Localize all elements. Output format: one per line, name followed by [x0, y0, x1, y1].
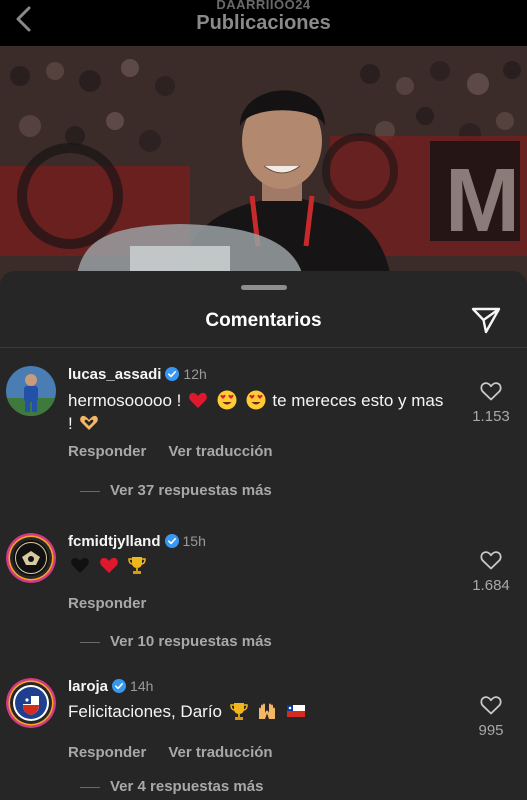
comment-username[interactable]: lucas_assadi 12h: [68, 366, 207, 383]
chile-flag-emoji-icon: [287, 705, 306, 717]
view-replies-button[interactable]: Ver 37 respuestas más: [80, 482, 272, 499]
verified-badge-icon: [112, 679, 127, 693]
drag-handle[interactable]: [241, 285, 287, 290]
like-count: 1.684: [472, 577, 510, 594]
like-count: 1.153: [472, 408, 510, 425]
heart-outline-icon[interactable]: [480, 695, 502, 715]
header-username: DAARRIIOO24: [216, 0, 311, 12]
like-button[interactable]: 995: [468, 695, 514, 739]
reply-button[interactable]: Responder: [68, 443, 146, 460]
avatar[interactable]: [6, 533, 56, 583]
comment-actions: Responder Ver traducción: [68, 443, 295, 460]
comment-actions: Responder: [68, 595, 168, 612]
comment-time: 12h: [183, 366, 207, 382]
comment-text: Felicitaciones, Darío: [68, 700, 448, 723]
view-replies-button[interactable]: Ver 4 respuestas más: [80, 778, 263, 795]
comment-username[interactable]: laroja 14h: [68, 678, 153, 695]
trophy-emoji-icon: [128, 557, 147, 574]
top-bar: DAARRIIOO24 Publicaciones: [0, 0, 527, 46]
comment-text: [68, 554, 448, 577]
raising-hands-emoji-icon: [259, 703, 276, 719]
verified-badge-icon: [165, 367, 180, 381]
heart-eyes-emoji-icon: [217, 390, 237, 410]
like-button[interactable]: 1.153: [468, 381, 514, 425]
comments-sheet: Comentarios lucas_assadi 12h hermosooooo …: [0, 271, 527, 800]
comment-actions: Responder Ver traducción: [68, 744, 295, 761]
reply-button[interactable]: Responder: [68, 744, 146, 761]
heart-hands-emoji-icon: [80, 415, 99, 430]
verified-badge-icon: [164, 534, 179, 548]
send-icon[interactable]: [470, 305, 502, 335]
red-heart-emoji-icon: [99, 557, 118, 573]
avatar[interactable]: [6, 366, 56, 416]
red-heart-emoji-icon: [189, 392, 207, 408]
comment-time: 14h: [130, 678, 154, 694]
sheet-divider: [0, 347, 527, 348]
heart-outline-icon[interactable]: [480, 550, 502, 570]
view-replies-button[interactable]: Ver 10 respuestas más: [80, 633, 272, 650]
page-title: Publicaciones: [196, 12, 331, 34]
heart-outline-icon[interactable]: [480, 381, 502, 401]
heart-eyes-emoji-icon: [246, 390, 266, 410]
translate-button[interactable]: Ver traducción: [168, 443, 272, 460]
sheet-title: Comentarios: [205, 310, 322, 331]
stadium-crowd-image: M: [0, 46, 527, 286]
translate-button[interactable]: Ver traducción: [168, 744, 272, 761]
trophy-emoji-icon: [229, 703, 248, 720]
like-button[interactable]: 1.684: [468, 550, 514, 594]
comment-time: 15h: [182, 533, 206, 549]
black-heart-emoji-icon: [71, 557, 89, 573]
reply-button[interactable]: Responder: [68, 595, 146, 612]
comment-username[interactable]: fcmidtjylland 15h: [68, 533, 206, 550]
like-count: 995: [478, 722, 504, 739]
post-photo[interactable]: M: [0, 46, 527, 286]
svg-text:M: M: [445, 151, 520, 251]
comment-text: hermosooooo ! te mereces esto y mas !: [68, 390, 444, 433]
avatar[interactable]: [6, 678, 56, 728]
